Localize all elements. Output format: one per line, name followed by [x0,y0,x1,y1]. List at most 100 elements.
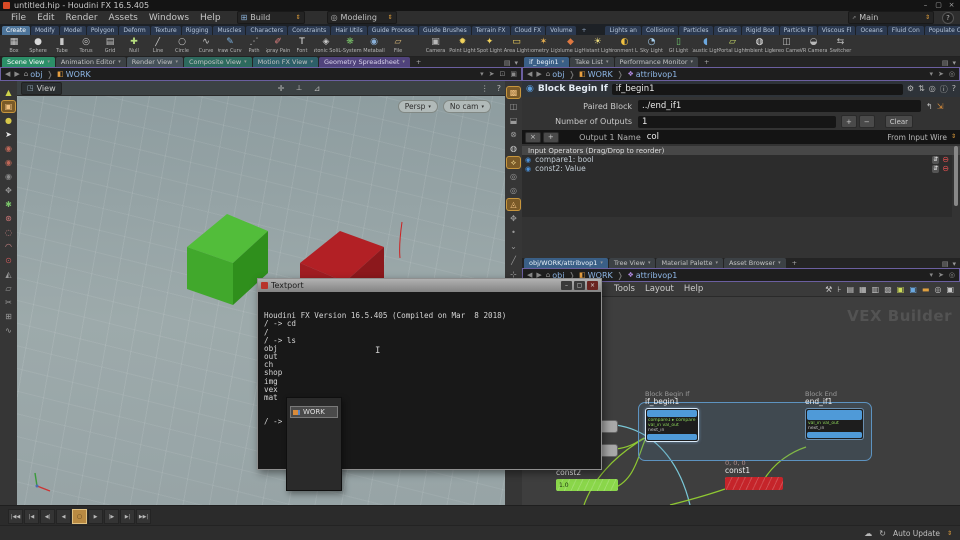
shelf-tab[interactable]: Deform [119,26,150,35]
shelf-tab[interactable]: Model [59,26,86,35]
toolbar-icon[interactable]: ⊿ [314,84,321,93]
shelf-tab[interactable]: Rigging [181,26,213,35]
pane-menu-icon[interactable]: ▤ [942,59,949,67]
shelf-tab[interactable]: Hair Utils [331,26,367,35]
param-icon[interactable]: ⇲ [937,102,944,111]
toolbar-icon[interactable]: ⋮ [481,84,489,93]
viewport-tool-icon[interactable]: ✂ [2,297,15,308]
viewport-tool-icon[interactable]: ✥ [2,185,15,196]
toolbar-icon[interactable]: ✛ [278,84,285,93]
node-const1[interactable]: 0, 0, 0 const1 [725,460,783,490]
shelf-tab[interactable]: Grains [713,26,741,35]
shelf-tab[interactable]: Lights an [605,26,641,35]
shelf-tab[interactable]: + [577,26,590,35]
pane-tab[interactable]: Animation Editor ▾ [55,57,126,67]
shelf-tool[interactable]: ☀Distant Light [584,37,611,54]
shelf-tab[interactable]: Create [2,26,30,35]
network-toolbar-icon[interactable]: ▣ [897,285,905,294]
viewport-tool-icon[interactable]: ⬓ [507,115,520,126]
maximize-icon[interactable]: ▢ [933,0,944,11]
header-icon[interactable]: ⓘ [940,84,948,95]
menu-item[interactable]: Edit [37,13,54,23]
decrement-button[interactable]: − [858,115,875,128]
shelf-tool[interactable]: ◫Stereo Camera [773,37,800,54]
shelf-tab[interactable]: Fluid Con [887,26,924,35]
gear-icon[interactable]: ◎ [949,70,955,78]
viewport-tool-icon[interactable]: • [507,227,520,238]
viewport-tool-icon[interactable]: ▩ [507,87,520,98]
pane-tab[interactable]: Material Palette ▾ [656,258,723,268]
view-camera-button[interactable]: No cam ▾ [442,100,491,113]
shelf-tab[interactable]: Particle Fl [779,26,817,35]
shelf-tool[interactable]: ◎ Torus [74,37,98,54]
close-icon[interactable]: × [587,281,598,290]
node-body[interactable]: compare1 ▸ compare val_in val_out next_in [645,408,699,442]
header-icon[interactable]: ? [952,84,956,95]
toolbar-icon[interactable]: ? [497,84,501,93]
chevron-down-icon[interactable]: ▾ [930,271,934,279]
viewport-tool-icon[interactable]: ▲ [2,87,15,98]
network-toolbar-icon[interactable]: ▣ [909,285,917,294]
transport-button[interactable]: ▶| [120,509,135,524]
scrollbar[interactable] [954,146,958,206]
shelf-tab[interactable]: Texture [150,26,181,35]
forward-icon[interactable]: ▶ [14,70,19,78]
shelf-tab[interactable]: Terrain FX [471,26,510,35]
transport-button[interactable]: ◀ [56,509,71,524]
menu-item[interactable]: File [11,13,26,23]
help-button[interactable]: ? [942,11,954,24]
back-icon[interactable]: ◀ [5,70,10,78]
shelf-tool[interactable]: ◒ VR Camera [800,37,827,54]
viewport-tool-icon[interactable]: ▣ [2,101,15,112]
chevron-down-icon[interactable]: ▾ [952,260,956,268]
menu-item[interactable]: Help [684,284,703,294]
transport-button[interactable]: ▶ [88,509,103,524]
viewport-tool-icon[interactable]: ╱ [507,255,520,266]
viewport-tool-icon[interactable]: ⊗ [507,129,520,140]
param-icon[interactable]: ↰ [926,102,933,111]
path-icon[interactable]: ▣ [510,70,517,78]
shelf-tab[interactable]: Guide Process [367,26,419,35]
viewport-tool-icon[interactable]: ∿ [2,325,15,336]
viewport-tool-icon[interactable]: ◎ [507,185,520,196]
pin-icon[interactable]: ➤ [938,70,944,78]
header-icon[interactable]: ⚙ [907,84,914,95]
menu-item[interactable]: Help [200,13,221,23]
pane-tab[interactable]: Render View ▾ [126,57,183,67]
transport-button[interactable]: ▶▶| [136,509,151,524]
pane-tab[interactable]: + [411,57,429,67]
network-toolbar-icon[interactable]: ⊦ [837,285,841,294]
shelf-tool[interactable]: ✐Spray Paint [266,37,290,54]
autocomplete-item[interactable]: WORK [290,406,338,418]
input-operator-row[interactable]: ◉ compare1: bool ⇵ ⊖ [522,155,952,164]
textport-title-bar[interactable]: Textport – ▢ × [258,279,601,292]
viewport-tool-icon[interactable]: ◌ [2,227,15,238]
chevron-down-icon[interactable]: ▾ [952,59,956,67]
viewport-tool-icon[interactable]: ◉ [2,171,15,182]
transport-button[interactable]: ◀| [40,509,55,524]
chevron-down-icon[interactable]: ▾ [514,59,518,67]
node-body[interactable]: 1.0 [556,479,618,491]
transport-button[interactable]: ▢ [72,509,87,524]
pane-tab[interactable]: Geometry Spreadsheet ▾ [318,57,410,67]
transport-button[interactable]: |◀ [24,509,39,524]
reorder-icon[interactable]: ⇵ [932,164,940,173]
shelf-tool[interactable]: ❋ L-System [338,37,362,54]
path-icon[interactable]: ▾ [480,70,484,78]
shelf-tool[interactable]: ◈Platonic Solids [314,37,338,54]
shelf-tool[interactable]: ✶Geometry Light [530,37,557,54]
pane-tab[interactable]: Motion FX View ▾ [252,57,318,67]
clear-button[interactable]: Clear [884,115,914,128]
header-icon[interactable]: ◎ [929,84,936,95]
mode-selector[interactable]: ◎ Modeling ⇕ [326,11,397,24]
breadcrumb-node[interactable]: ◧ WORK [57,70,91,79]
shelf-tool[interactable]: ⇆ Switcher [827,37,854,54]
view-tool-button[interactable]: ◳ View [21,81,62,95]
viewport-tool-icon[interactable]: ● [2,115,15,126]
viewport-tool-icon[interactable]: ▱ [2,283,15,294]
view-projection-button[interactable]: Persp ▾ [397,100,438,113]
shelf-tab[interactable]: Muscles [213,26,246,35]
shelf-tool[interactable]: ✚ Null [122,37,146,54]
minimize-icon[interactable]: – [561,281,572,290]
menu-item[interactable]: Layout [645,284,674,294]
